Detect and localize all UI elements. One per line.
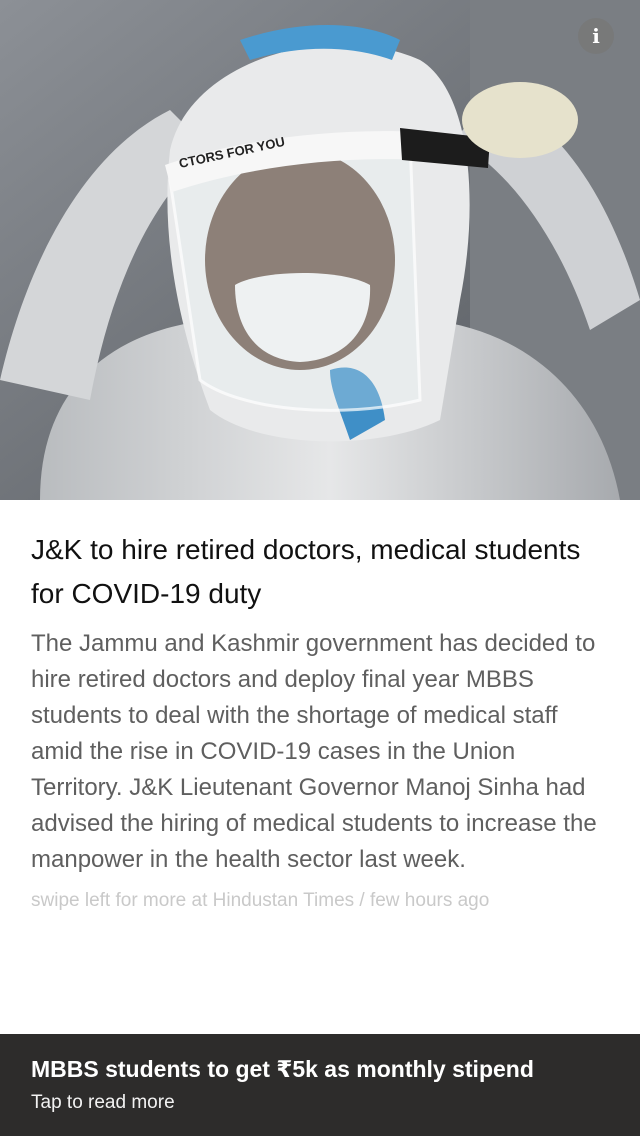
news-card[interactable]: CTORS FOR YOU i J&K to hire retired doct… [0, 0, 640, 1136]
info-icon[interactable]: i [578, 18, 614, 54]
article-body: The Jammu and Kashmir government has dec… [31, 630, 597, 873]
article-content: J&K to hire retired doctors, medical stu… [31, 528, 611, 912]
read-more-title: MBBS students to get ₹5k as monthly stip… [31, 1056, 534, 1082]
info-glyph: i [592, 24, 600, 48]
tap-to-read-more: Tap to read more [31, 1092, 175, 1113]
article-headline: J&K to hire retired doctors, medical stu… [31, 534, 581, 609]
doctor-in-ppe-photo: CTORS FOR YOU [0, 0, 640, 500]
source-caption[interactable]: swipe left for more at Hindustan Times /… [31, 890, 611, 912]
hero-image[interactable]: CTORS FOR YOU i [0, 0, 640, 500]
read-more-bar[interactable]: MBBS students to get ₹5k as monthly stip… [0, 1034, 640, 1136]
